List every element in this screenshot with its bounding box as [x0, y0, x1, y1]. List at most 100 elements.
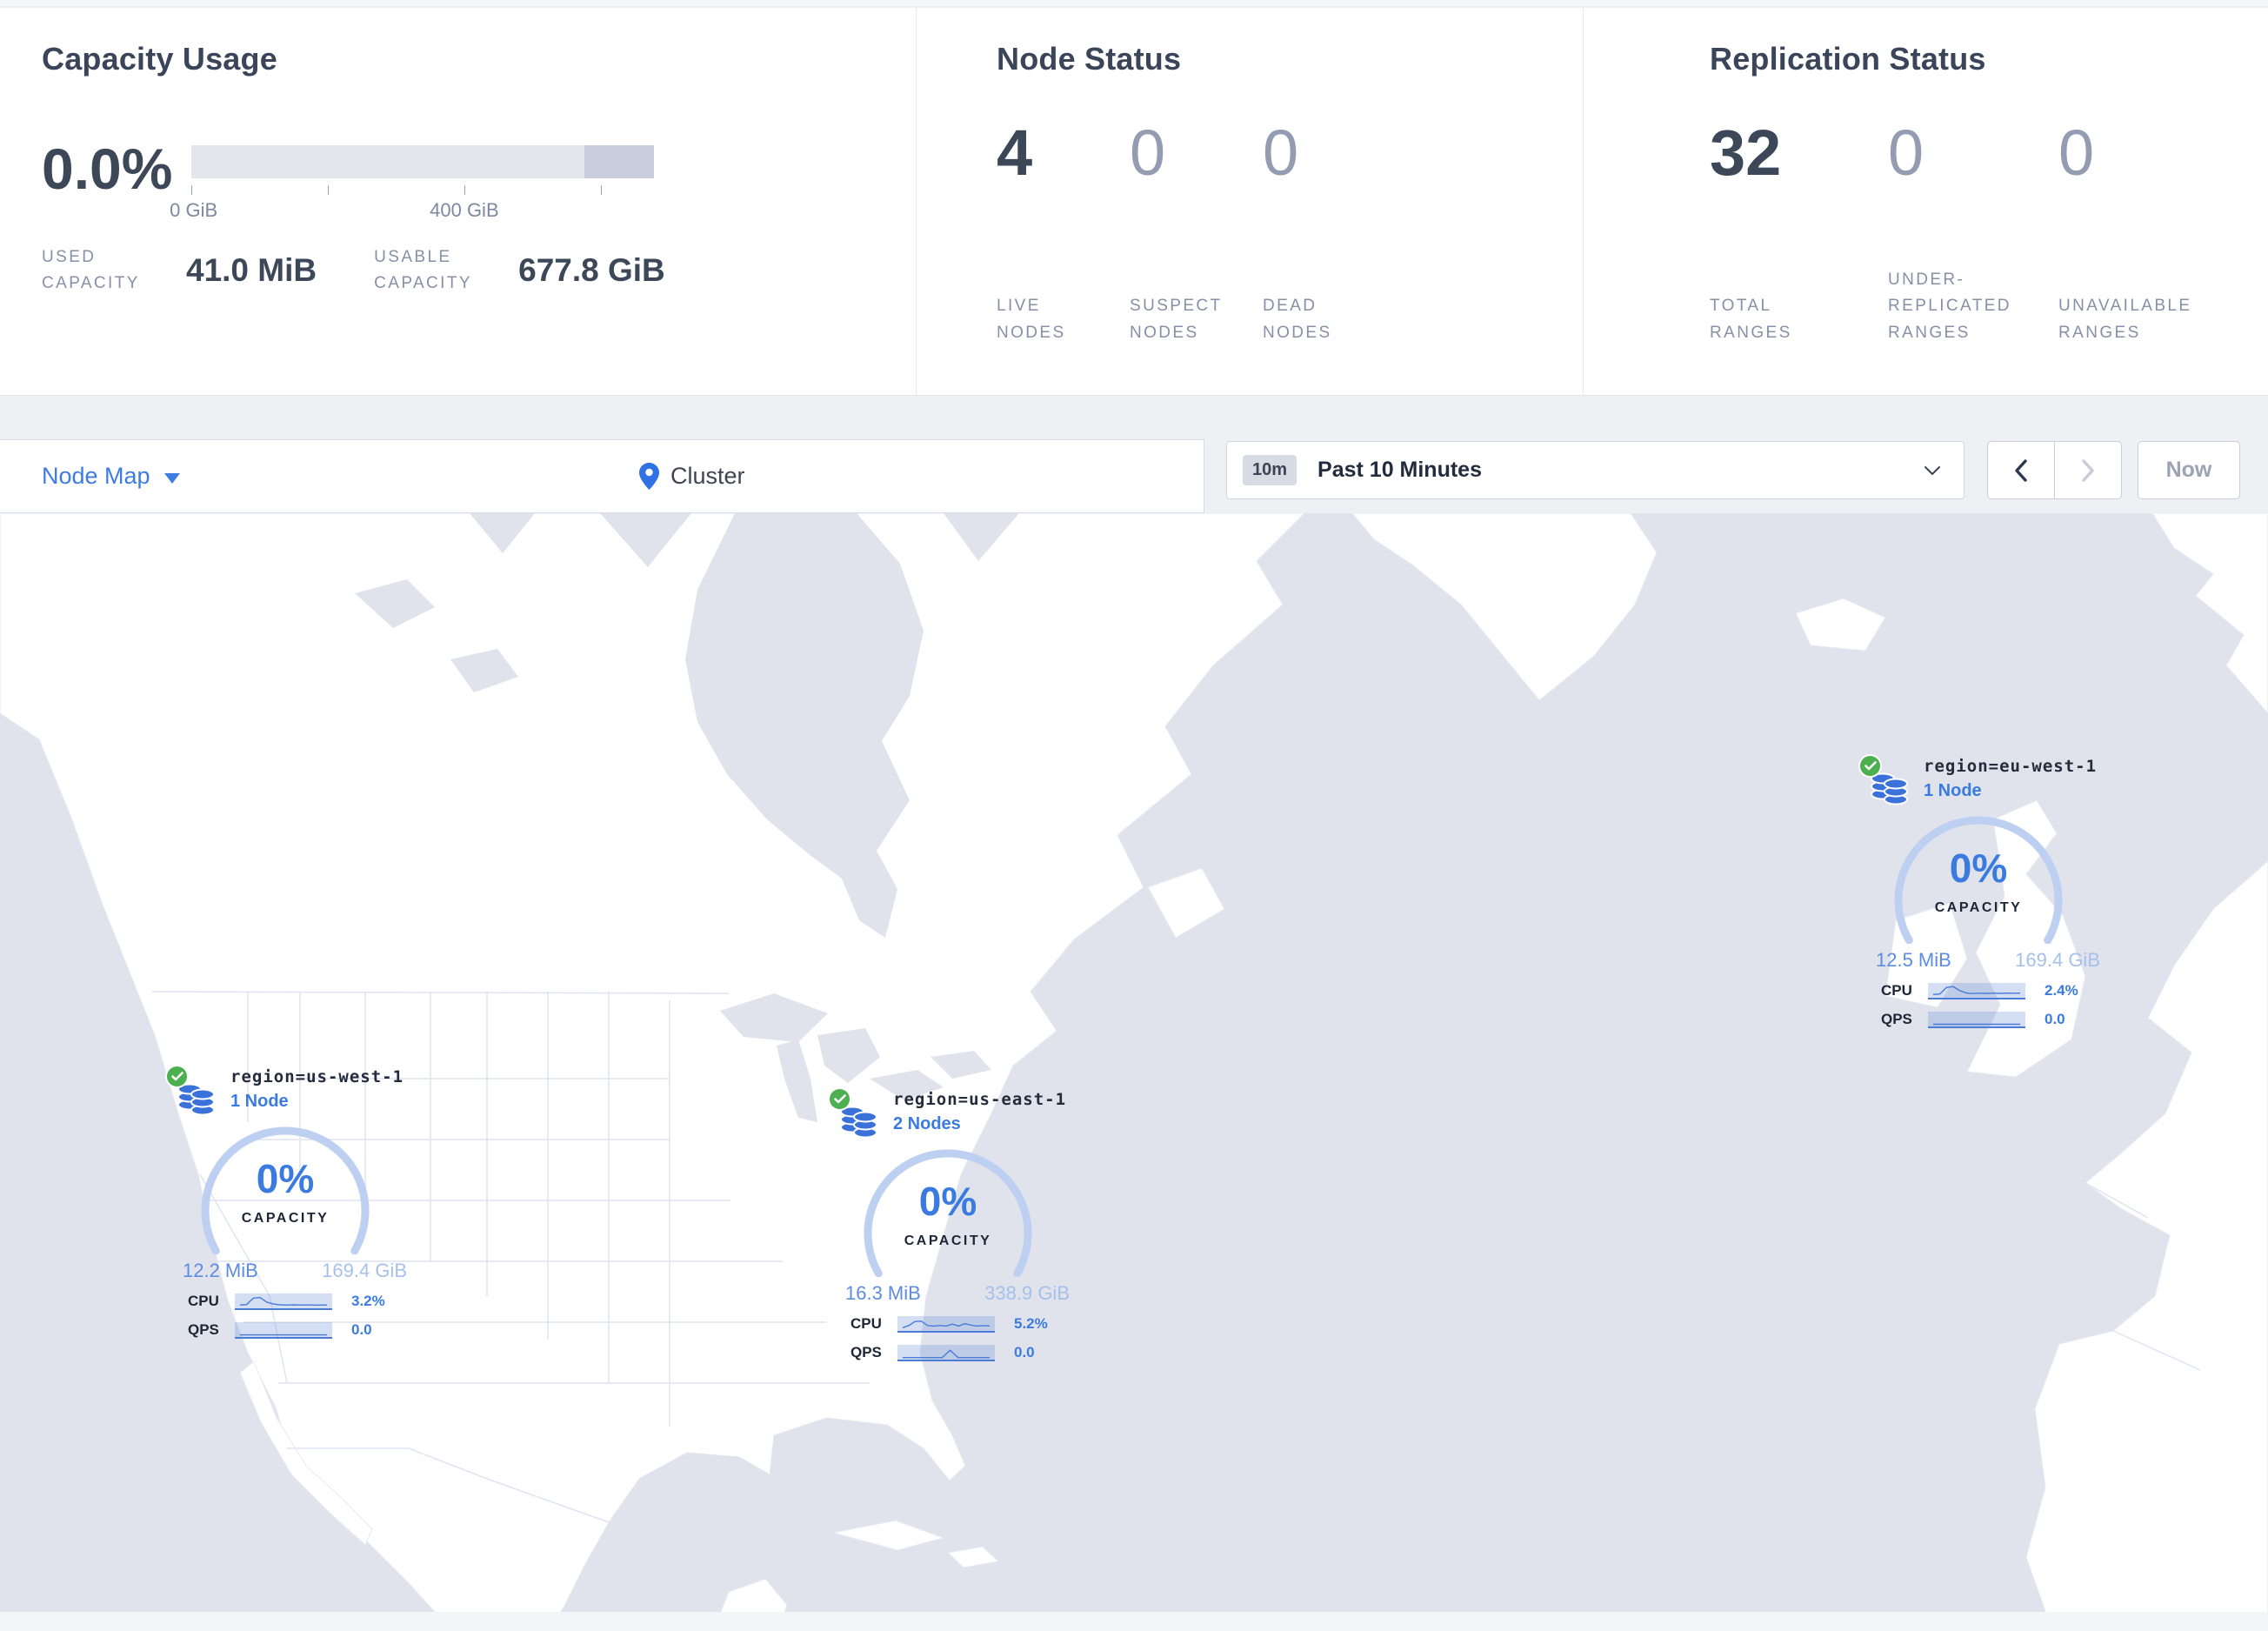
unavailable-ranges-count: 0 [2058, 117, 2095, 189]
chevron-left-icon [2015, 458, 2027, 482]
region-marker-us-west-1[interactable]: region=us-west-1 1 Node 0% CAPACITY 12.2… [163, 1063, 407, 1348]
usable-capacity-value: 677.8 GiB [518, 252, 665, 289]
capacity-gauge: 0% CAPACITY [1883, 813, 2074, 945]
qps-value: 0.0 [2045, 1011, 2065, 1027]
time-range-dropdown[interactable]: 10m Past 10 Minutes [1226, 441, 1964, 499]
capacity-gauge: 0% CAPACITY [852, 1146, 1044, 1278]
qps-label: QPS [188, 1321, 219, 1338]
region-label: region=eu-west-1 [1924, 757, 2098, 776]
cpu-sparkline [1928, 982, 2025, 999]
qps-sparkline [1928, 1011, 2025, 1028]
capacity-word: CAPACITY [241, 1211, 330, 1226]
region-usable-capacity: 338.9 GiB [984, 1282, 1070, 1304]
cpu-sparkline [235, 1293, 332, 1310]
cpu-value: 2.4% [2045, 982, 2078, 999]
total-ranges-label: TOTAL RANGES [1710, 297, 1792, 342]
total-ranges-count: 32 [1710, 117, 1782, 189]
replication-status-title: Replication Status [1710, 41, 1986, 77]
under-replicated-ranges-label: UNDER-REPLICATED RANGES [1888, 270, 2011, 342]
node-status-title: Node Status [997, 41, 1182, 77]
qps-sparkline [235, 1321, 332, 1339]
time-range-badge: 10m [1243, 455, 1297, 485]
time-range-label: Past 10 Minutes [1317, 458, 1482, 482]
usable-capacity-label: USABLE CAPACITY [374, 248, 472, 293]
cpu-value: 5.2% [1014, 1315, 1048, 1332]
live-nodes-count: 4 [997, 117, 1033, 189]
cpu-sparkline [897, 1315, 995, 1333]
cpu-value: 3.2% [351, 1293, 385, 1309]
capacity-tick [464, 185, 465, 195]
healthy-check-icon [1858, 754, 1882, 778]
chevron-down-icon [1924, 465, 1940, 475]
qps-label: QPS [1881, 1011, 1912, 1027]
usable-capacity-stat: USABLE CAPACITY 677.8 GiB [374, 244, 665, 297]
cpu-label: CPU [1881, 982, 1912, 999]
used-capacity-label: USED CAPACITY [42, 248, 140, 293]
capacity-tick-label-0: 0 GiB [170, 199, 218, 221]
breadcrumb[interactable]: Cluster [639, 463, 745, 490]
region-capacity-percent: 0% [1949, 846, 2008, 891]
qps-label: QPS [850, 1344, 882, 1360]
capacity-usage-title: Capacity Usage [42, 41, 277, 77]
view-mode-dropdown[interactable]: Node Map [42, 463, 180, 490]
node-map[interactable]: region=us-west-1 1 Node 0% CAPACITY 12.2… [0, 513, 2268, 1631]
live-nodes-label: LIVE NODES [997, 297, 1066, 342]
region-usable-capacity: 169.4 GiB [2015, 949, 2100, 971]
region-capacity-percent: 0% [256, 1156, 315, 1201]
qps-value: 0.0 [351, 1321, 372, 1338]
region-used-capacity: 16.3 MiB [845, 1282, 921, 1304]
capacity-gauge: 0% CAPACITY [190, 1124, 381, 1255]
cockroachdb-overview-page: Capacity Usage 0.0% 0 GiB 400 GiB USED C… [0, 0, 2268, 1631]
capacity-word: CAPACITY [1934, 900, 2023, 915]
used-capacity-stat: USED CAPACITY 41.0 MiB [42, 244, 317, 297]
region-used-capacity: 12.5 MiB [1876, 949, 1951, 971]
cluster-summary-bar: Capacity Usage 0.0% 0 GiB 400 GiB USED C… [0, 8, 2268, 396]
healthy-check-icon [828, 1087, 851, 1111]
region-node-count: 1 Node [230, 1092, 289, 1111]
region-usable-capacity: 169.4 GiB [322, 1260, 407, 1281]
qps-sparkline [897, 1344, 995, 1361]
dead-nodes-label: DEAD NODES [1263, 297, 1332, 342]
used-capacity-value: 41.0 MiB [186, 252, 317, 289]
time-step-back-button[interactable] [1988, 442, 2055, 498]
capacity-tick [191, 185, 192, 195]
region-label: region=us-west-1 [230, 1067, 404, 1086]
under-replicated-ranges-count: 0 [1888, 117, 1924, 189]
capacity-bar: 0 GiB 400 GiB [170, 145, 654, 221]
capacity-bar-track [191, 145, 654, 178]
capacity-percent: 0.0% [42, 137, 173, 201]
node-status-panel: Node Status 4 0 0 LIVE NODES SUSPECT NOD… [916, 8, 1583, 395]
region-capacity-percent: 0% [918, 1179, 977, 1224]
capacity-word: CAPACITY [904, 1233, 992, 1248]
region-marker-eu-west-1[interactable]: region=eu-west-1 1 Node 0% CAPACITY 12.5… [1857, 752, 2100, 1038]
cpu-label: CPU [188, 1293, 219, 1309]
suspect-nodes-count: 0 [1130, 117, 1166, 189]
region-marker-us-east-1[interactable]: region=us-east-1 2 Nodes 0% CAPACITY 16.… [826, 1086, 1070, 1371]
map-footer-strip [0, 1612, 2268, 1631]
page-top-strip [0, 0, 2268, 7]
time-step-forward-button[interactable] [2055, 442, 2122, 498]
caret-down-icon [163, 472, 180, 484]
map-toolbar: Node Map Cluster 10m Past 10 Minutes Now [0, 397, 2268, 513]
suspect-nodes-label: SUSPECT NODES [1130, 297, 1223, 342]
view-selector-card: Node Map Cluster [0, 439, 1204, 513]
now-button[interactable]: Now [2138, 441, 2240, 499]
region-label: region=us-east-1 [893, 1090, 1067, 1109]
dead-nodes-count: 0 [1263, 117, 1299, 189]
healthy-check-icon [165, 1065, 189, 1088]
time-step-buttons [1987, 441, 2122, 499]
capacity-tick [600, 185, 602, 195]
breadcrumb-cluster-label: Cluster [670, 463, 745, 489]
region-node-count: 1 Node [1924, 781, 1982, 800]
replication-status-panel: Replication Status 32 0 0 TOTAL RANGES U… [1583, 8, 2268, 395]
unavailable-ranges-label: UNAVAILABLE RANGES [2058, 297, 2192, 342]
view-mode-label: Node Map [42, 463, 150, 489]
cpu-label: CPU [850, 1315, 882, 1332]
region-node-count: 2 Nodes [893, 1114, 961, 1133]
capacity-tick [327, 185, 329, 195]
capacity-usage-panel: Capacity Usage 0.0% 0 GiB 400 GiB USED C… [0, 8, 916, 395]
qps-value: 0.0 [1014, 1344, 1035, 1360]
capacity-tick-label-400: 400 GiB [430, 199, 499, 221]
map-pin-icon [639, 463, 659, 490]
chevron-right-icon [2082, 458, 2094, 482]
